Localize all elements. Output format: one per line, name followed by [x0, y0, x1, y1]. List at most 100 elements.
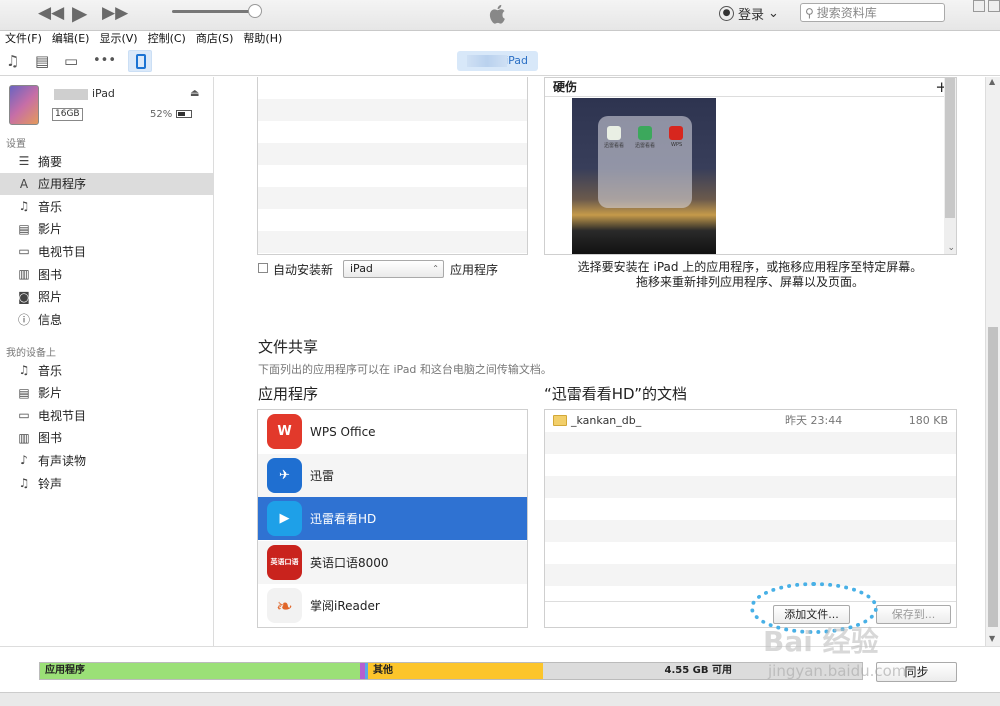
battery-icon: [176, 110, 192, 118]
app-name: 迅雷看看HD: [310, 512, 377, 527]
sidebar-settings-item[interactable]: ☰ 摘要: [0, 150, 213, 172]
sidebar-device-item[interactable]: ♫ 铃声: [0, 472, 213, 494]
camera-icon: ◙: [18, 289, 30, 304]
file-sharing-subtitle: 下面列出的应用程序可以在 iPad 和这台电脑之间传输文档。: [258, 363, 552, 376]
settings-header: 设置: [6, 139, 26, 150]
summary-icon: ☰: [18, 154, 30, 168]
device-name: iPad: [54, 87, 115, 100]
sidebar-settings-item-label: 应用程序: [38, 177, 87, 192]
sidebar-settings-item-label: 信息: [38, 312, 63, 327]
sidebar-settings-item[interactable]: ▭ 电视节目: [0, 240, 213, 262]
film-icon[interactable]: ▤: [35, 52, 49, 70]
more-icon[interactable]: •••: [93, 52, 116, 70]
eject-icon[interactable]: ⏏: [190, 88, 199, 99]
volume-slider[interactable]: [172, 10, 258, 13]
capacity-bar: 应用程序 其他 4.55 GB 可用: [39, 662, 863, 680]
scroll-thumb[interactable]: [988, 327, 998, 627]
sidebar-settings-item[interactable]: A 应用程序: [0, 172, 213, 195]
device-select[interactable]: iPad ⌃: [343, 260, 444, 278]
menu-file[interactable]: 文件(F): [0, 31, 47, 47]
music-icon[interactable]: ♫: [6, 52, 19, 70]
audiobook-icon: ♪: [20, 453, 28, 468]
volume-knob[interactable]: [248, 4, 262, 18]
ipad-thumbnail: [9, 85, 39, 125]
book-icon: ▥: [18, 430, 30, 445]
app-icon-small: [638, 126, 652, 140]
app-icon: ❧: [267, 588, 302, 624]
app-name: WPS Office: [310, 424, 376, 439]
search-library-input[interactable]: ⚲ 搜索资料库: [800, 3, 945, 22]
app-name: 迅雷: [310, 468, 335, 483]
menu-help[interactable]: 帮助(H): [238, 31, 287, 47]
select-arrows-icon: ⌃: [432, 264, 439, 273]
sidebar-settings-item-label: 照片: [38, 290, 63, 305]
file-sharing-app-row[interactable]: ✈ 迅雷: [258, 453, 527, 497]
home-screen-preview[interactable]: 迅雷看看 迅雷看看 WPS: [572, 98, 716, 254]
apps-icon: A: [19, 176, 29, 191]
ipad-device-icon[interactable]: [128, 50, 152, 72]
file-sharing-app-row[interactable]: 英语口语 英语口语8000: [258, 540, 527, 584]
file-sharing-app-row[interactable]: W WPS Office: [258, 410, 527, 453]
sidebar-device-item[interactable]: ▭ 电视节目: [0, 404, 213, 426]
itunes-window: { "menu": ["文件(F)", "编辑(E)", "显示(V)", "控…: [0, 0, 1000, 706]
sidebar-settings-item[interactable]: ◙ 照片: [0, 286, 213, 308]
window-controls: [973, 0, 1000, 12]
home-screen-panel: 硬伤 + 迅雷看看 迅雷看看 WPS ⌄: [544, 77, 957, 255]
main-content: 硬伤 + 迅雷看看 迅雷看看 WPS ⌄ 自动安装新 iPad ⌃ 应用程序 选择…: [215, 77, 985, 646]
menu-view[interactable]: 显示(V): [94, 31, 142, 47]
login-button[interactable]: ● 登录 ⌄: [719, 3, 779, 23]
tv-icon[interactable]: ▭: [64, 52, 78, 70]
maximize-button[interactable]: [988, 0, 1000, 12]
apple-logo-icon: [489, 4, 505, 24]
docs-column-header: “迅雷看看HD”的文档: [544, 385, 687, 403]
user-icon: ●: [719, 5, 734, 21]
save-to-button[interactable]: 保存到...: [876, 605, 951, 624]
document-row[interactable]: _kankan_db_ 昨天 23:44 180 KB: [545, 410, 956, 430]
home-screen-scrollbar[interactable]: ⌄: [944, 78, 956, 254]
chevron-down-icon: ⌄: [768, 5, 779, 21]
film-icon: ▤: [18, 221, 30, 236]
menu-edit[interactable]: 编辑(E): [47, 31, 95, 47]
minimize-button[interactable]: [973, 0, 985, 12]
app-icon-small: [669, 126, 683, 140]
sidebar-device-item[interactable]: ▥ 图书: [0, 427, 213, 449]
main-scrollbar[interactable]: ▲ ▼: [985, 77, 1000, 646]
menu-store[interactable]: 商店(S): [191, 31, 239, 47]
menu-controls[interactable]: 控制(C): [143, 31, 191, 47]
app-name: 掌阅iReader: [310, 599, 380, 614]
home-screen-instructions: 选择要安装在 iPad 上的应用程序，或拖移应用程序至特定屏幕。 拖移来重新排列…: [577, 260, 923, 289]
watermark-url: jingyan.baidu.com: [768, 662, 907, 680]
app-name: 英语口语8000: [310, 555, 389, 570]
play-icon[interactable]: ▶: [72, 3, 87, 23]
file-sharing-app-row[interactable]: ❧ 掌阅iReader: [258, 584, 527, 627]
documents-list: _kankan_db_ 昨天 23:44 180 KB 添加文件... 保存到.…: [544, 409, 957, 628]
sidebar-device-item[interactable]: ♪ 有声读物: [0, 449, 213, 471]
app-folder[interactable]: 迅雷看看 迅雷看看 WPS: [598, 116, 692, 208]
book-icon: ▥: [18, 267, 30, 281]
chevron-up-icon: ▲: [989, 77, 996, 86]
tv-icon: ▭: [18, 408, 30, 423]
sidebar-device-item[interactable]: ♫ 音乐: [0, 359, 213, 381]
auto-install-label: 自动安装新: [273, 263, 334, 277]
sidebar-settings-item[interactable]: ♫ 音乐: [0, 195, 213, 217]
music-icon: ♫: [18, 199, 30, 214]
fast-forward-icon[interactable]: ▶▶: [102, 3, 128, 23]
app-icon: 英语口语: [267, 544, 302, 580]
player-bar: ◀◀ ▶ ▶▶ ● 登录 ⌄ ⚲ 搜索资料库: [0, 0, 1000, 31]
sidebar: iPad ⏏ 16GB 52% 设置 ☰ 摘要 A 应用程序 ♫ 音乐 ▤ 影片 ▭ 电视节目 ▥ 图…: [0, 77, 214, 646]
file-sharing-app-row[interactable]: ▶ 迅雷看看HD: [258, 497, 527, 541]
auto-install-checkbox[interactable]: [258, 263, 268, 273]
sidebar-device-item[interactable]: ▤ 影片: [0, 382, 213, 404]
blurred-device-name: [467, 55, 507, 67]
rewind-icon[interactable]: ◀◀: [38, 3, 64, 23]
chevron-down-icon: ⌄: [947, 243, 955, 253]
capacity-badge: 16GB: [52, 108, 83, 121]
app-icon-small: [607, 126, 621, 140]
capacity-apps-segment: 应用程序: [40, 663, 360, 679]
sidebar-settings-item[interactable]: ▤ 影片: [0, 218, 213, 240]
home-screen-title: 硬伤: [553, 80, 578, 94]
file-sharing-title: 文件共享: [258, 338, 319, 356]
device-pill[interactable]: iPad: [457, 51, 538, 71]
sidebar-settings-item[interactable]: ▥ 图书: [0, 263, 213, 285]
sidebar-settings-item[interactable]: ⓘ 信息: [0, 308, 213, 330]
